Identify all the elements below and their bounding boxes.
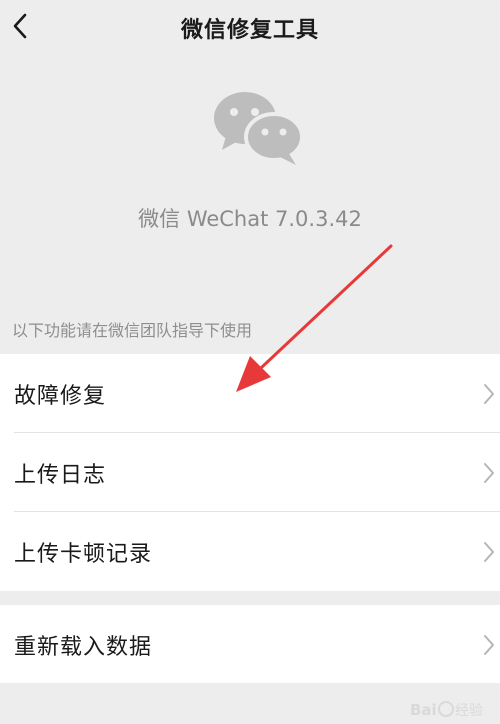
menu-item-fault-repair[interactable]: 故障修复 (0, 354, 500, 433)
menu-item-label: 上传日志 (14, 463, 107, 488)
menu-item-label: 上传卡顿记录 (14, 542, 153, 567)
wechat-logo-icon (214, 92, 304, 165)
menu-group-repair: 故障修复 上传日志 上传卡顿记录 (0, 354, 500, 591)
menu-group-data: 重新载入数据 (0, 605, 500, 683)
menu-item-label: 故障修复 (14, 384, 107, 409)
navigation-bar: 微信修复工具 (0, 0, 500, 52)
section-hint: 以下功能请在微信团队指导下使用 (12, 321, 253, 340)
menu-item-upload-lag-record[interactable]: 上传卡顿记录 (0, 512, 500, 591)
baidu-watermark-logo: Bai 经验 (410, 701, 483, 719)
page-title: 微信修复工具 (180, 18, 319, 43)
svg-text:Bai: Bai (410, 701, 437, 719)
app-version-label: 微信 WeChat 7.0.3.42 (138, 207, 362, 231)
chevron-right-icon (484, 463, 494, 483)
menu-item-label: 重新载入数据 (14, 635, 153, 660)
svg-text:经验: 经验 (455, 703, 483, 719)
chevron-right-icon (484, 542, 494, 562)
menu-item-reload-data[interactable]: 重新载入数据 (0, 605, 500, 684)
chevron-right-icon (484, 384, 494, 404)
menu-item-upload-log[interactable]: 上传日志 (0, 433, 500, 512)
chevron-right-icon (484, 635, 494, 655)
